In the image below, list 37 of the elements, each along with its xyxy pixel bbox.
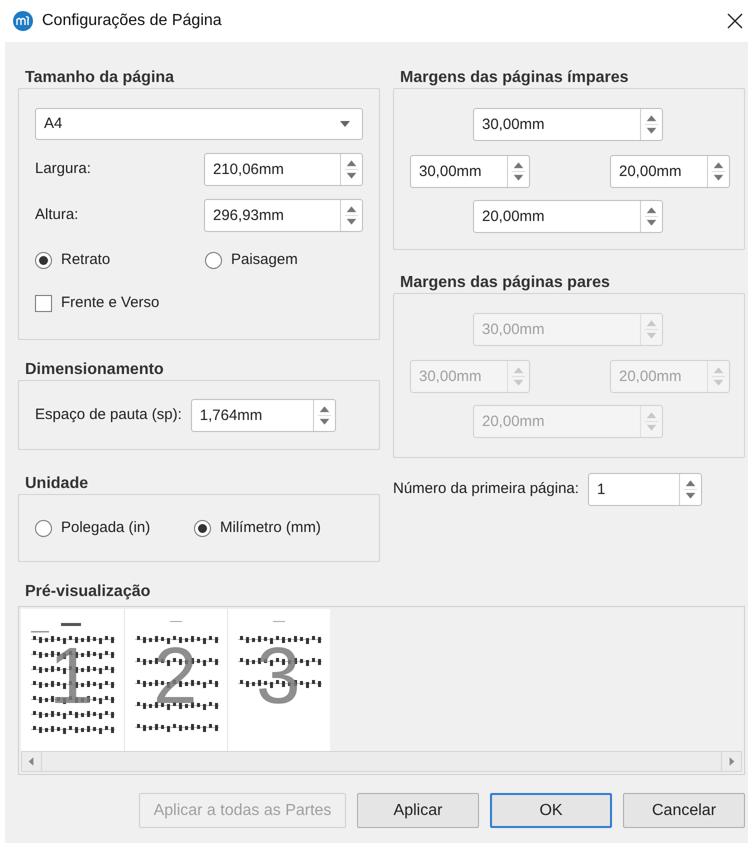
checkbox-icon[interactable] — [35, 294, 52, 312]
group-title: Tamanho da página — [24, 68, 176, 88]
radio-button[interactable]: Polegada (in) — [35, 514, 194, 542]
app-icon — [13, 11, 33, 31]
spin-box[interactable]: 30,00mm — [473, 108, 663, 141]
radio-icon[interactable] — [205, 252, 222, 268]
field-label: Número da primeira página: — [393, 479, 579, 500]
radio-icon[interactable] — [194, 520, 211, 536]
radio-button[interactable]: Milímetro (mm) — [194, 514, 321, 542]
group-title: Margens das páginas ímpares — [399, 68, 630, 88]
radio-button[interactable]: Retrato — [35, 246, 205, 274]
dialog-button[interactable]: Cancelar — [623, 793, 745, 828]
dialog-button[interactable]: OK — [490, 793, 612, 828]
spin-box[interactable]: 1,764mm — [190, 398, 336, 432]
spin-box[interactable]: 296,93mm — [204, 199, 363, 232]
close-icon[interactable] — [727, 13, 743, 29]
group-title: Margens das páginas pares — [399, 273, 611, 293]
spin-box[interactable]: 210,06mm — [204, 153, 363, 186]
dropdown-arrow-icon — [340, 121, 350, 127]
window-title: Configurações de Página — [42, 11, 223, 31]
spin-box[interactable]: 1 — [588, 473, 702, 506]
radio-button[interactable]: Paisagem — [205, 246, 298, 274]
field-label: Altura: — [35, 205, 80, 226]
spin-box[interactable]: 20,00mm — [473, 200, 663, 233]
radio-icon[interactable] — [35, 252, 52, 268]
spin-box[interactable]: 30,00mm — [410, 155, 530, 188]
group-title: Unidade — [24, 474, 90, 494]
checkbox[interactable]: Frente e Verso — [35, 289, 363, 317]
field-label: Espaço de pauta (sp): — [35, 404, 182, 425]
radio-icon[interactable] — [35, 520, 52, 536]
field-label: Largura: — [35, 159, 92, 180]
group-title: Dimensionamento — [24, 360, 165, 380]
paper-size-dropdown[interactable]: A4 — [35, 108, 363, 140]
horizontal-scrollbar[interactable] — [21, 751, 742, 772]
dialog-button[interactable]: Aplicar — [357, 793, 479, 828]
group-title: Pré-visualização — [24, 582, 152, 602]
spin-box[interactable]: 20,00mm — [610, 155, 730, 188]
